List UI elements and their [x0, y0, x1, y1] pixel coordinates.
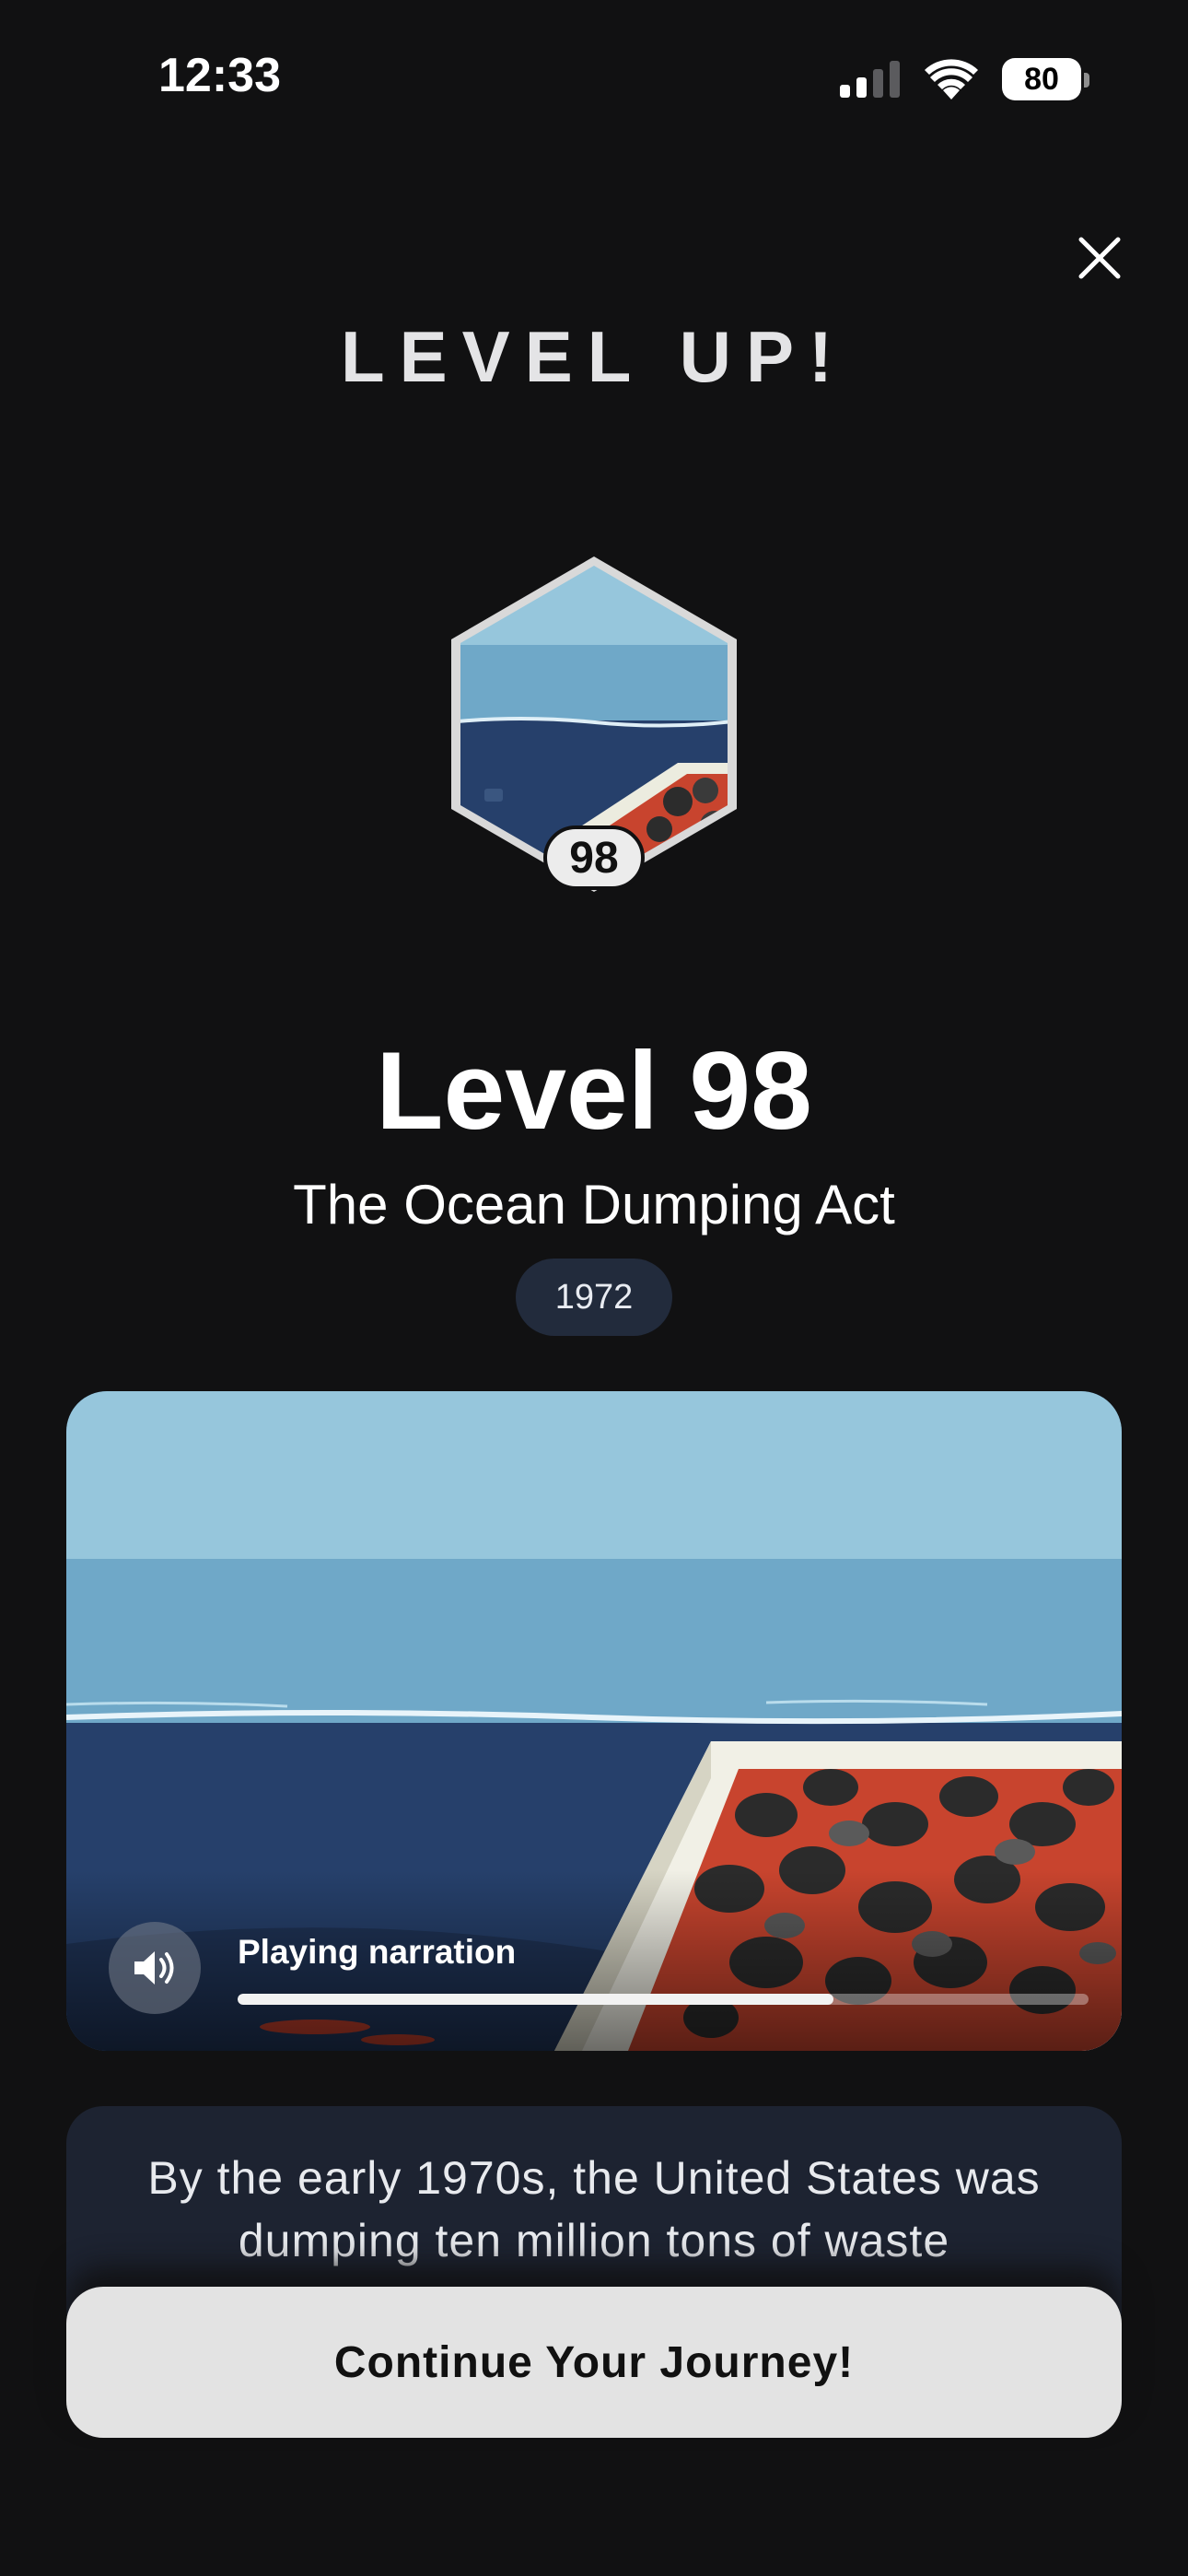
ocean-dumping-illustration [66, 1391, 1122, 2051]
close-button[interactable] [1070, 228, 1129, 287]
badge-level-number: 98 [543, 825, 645, 890]
battery-cap [1084, 73, 1089, 88]
battery-icon: 80 [1002, 58, 1089, 100]
narration-status-label: Playing narration [238, 1933, 517, 1971]
level-subtitle: The Ocean Dumping Act [293, 1174, 895, 1235]
level-up-screen: 12:33 80 LEVEL UP! 98 Level 98 The Ocean… [0, 0, 1188, 2576]
narration-audio-button[interactable] [109, 1922, 201, 2014]
status-time: 12:33 [158, 49, 281, 102]
continue-journey-button[interactable]: Continue Your Journey! [66, 2287, 1122, 2438]
year-badge: 1972 [516, 1259, 672, 1336]
wifi-icon [925, 59, 978, 100]
level-up-heading: LEVEL UP! [341, 316, 847, 397]
battery-level: 80 [1024, 61, 1059, 97]
speaker-icon [134, 1951, 174, 1985]
close-icon [1078, 237, 1121, 279]
cellular-signal-icon [840, 61, 900, 98]
status-indicators: 80 [840, 53, 1089, 105]
narration-progress-bar[interactable] [238, 1994, 1089, 2005]
level-title: Level 98 [376, 1029, 812, 1153]
narration-progress-fill [238, 1994, 833, 2005]
narration-media-card[interactable]: Playing narration [66, 1391, 1122, 2051]
description-text: By the early 1970s, the United States wa… [147, 2152, 1041, 2266]
